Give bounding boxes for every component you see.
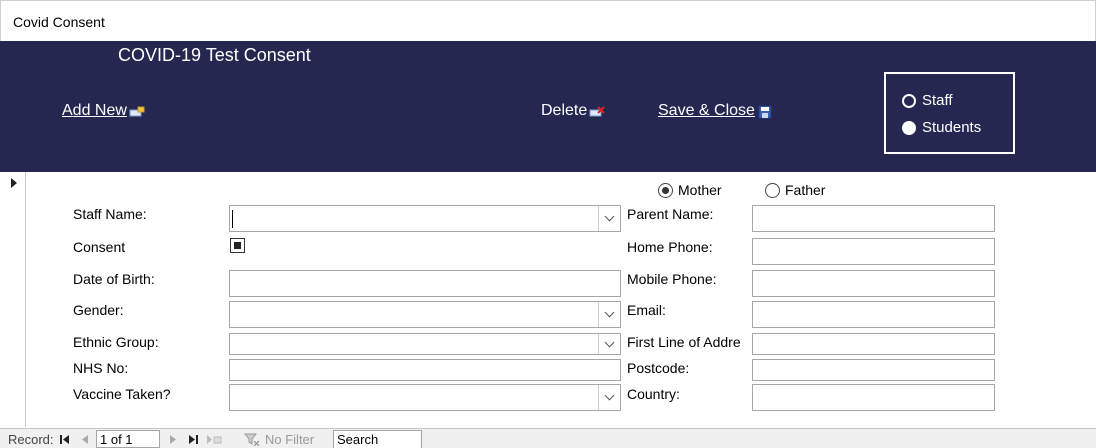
current-record-arrow-icon bbox=[11, 178, 17, 188]
mother-radio-label: Mother bbox=[678, 182, 722, 198]
next-record-icon[interactable] bbox=[168, 433, 178, 444]
record-number-input[interactable]: 1 of 1 bbox=[96, 430, 160, 448]
group-radio-box: Staff Students bbox=[884, 72, 1015, 154]
consent-checkbox[interactable] bbox=[230, 238, 245, 253]
father-radio[interactable]: Father bbox=[765, 182, 825, 198]
add-new-button[interactable]: Add New bbox=[62, 102, 145, 120]
record-navigation-bar: Record: 1 of 1 No Filter Search bbox=[0, 428, 1096, 448]
window-title: Covid Consent bbox=[13, 14, 105, 30]
parent-name-label: Parent Name: bbox=[627, 206, 714, 222]
vaccine-taken-combo[interactable] bbox=[229, 384, 621, 411]
record-label: Record: bbox=[8, 432, 54, 447]
delete-label: Delete bbox=[541, 102, 588, 119]
staff-name-dropdown-button[interactable] bbox=[598, 206, 620, 231]
country-field[interactable] bbox=[752, 384, 995, 411]
address-line1-label: First Line of Addre bbox=[627, 334, 741, 350]
vaccine-dropdown-button[interactable] bbox=[598, 385, 620, 410]
save-close-button[interactable]: Save & Close bbox=[658, 102, 773, 120]
first-record-icon[interactable] bbox=[60, 433, 70, 444]
students-radio-label: Students bbox=[922, 119, 982, 136]
text-cursor bbox=[232, 210, 233, 228]
ethnic-group-label: Ethnic Group: bbox=[73, 334, 159, 350]
add-new-label: Add New bbox=[62, 102, 127, 119]
students-radio-dot bbox=[902, 120, 916, 135]
record-selector[interactable] bbox=[0, 172, 26, 427]
new-record-icon[interactable] bbox=[206, 433, 222, 444]
father-radio-dot bbox=[765, 182, 780, 198]
delete-record-icon bbox=[589, 105, 605, 117]
filter-icon bbox=[243, 433, 260, 447]
save-icon bbox=[757, 105, 773, 119]
chevron-down-icon bbox=[604, 390, 615, 401]
gender-dropdown-button[interactable] bbox=[598, 302, 620, 327]
previous-record-icon[interactable] bbox=[80, 433, 90, 444]
mobile-phone-label: Mobile Phone: bbox=[627, 271, 717, 287]
dob-label: Date of Birth: bbox=[73, 271, 155, 287]
staff-name-label: Staff Name: bbox=[73, 206, 147, 222]
mother-radio[interactable]: Mother bbox=[658, 182, 722, 198]
postcode-field[interactable] bbox=[752, 359, 995, 381]
country-label: Country: bbox=[627, 386, 680, 402]
staff-radio-label: Staff bbox=[922, 92, 953, 109]
add-record-icon bbox=[129, 105, 145, 117]
home-phone-label: Home Phone: bbox=[627, 239, 713, 255]
form-header: COVID-19 Test Consent Add New Delete Sav… bbox=[0, 41, 1096, 172]
mother-radio-dot bbox=[658, 182, 673, 198]
parent-name-field[interactable] bbox=[752, 205, 995, 232]
last-record-icon[interactable] bbox=[188, 433, 198, 444]
gender-label: Gender: bbox=[73, 302, 124, 318]
delete-button[interactable]: Delete bbox=[541, 102, 605, 120]
mobile-phone-field[interactable] bbox=[752, 270, 995, 297]
nhs-no-field[interactable] bbox=[229, 359, 621, 381]
staff-radio[interactable]: Staff bbox=[902, 92, 953, 109]
home-phone-field[interactable] bbox=[752, 238, 995, 265]
vaccine-taken-label: Vaccine Taken? bbox=[73, 386, 171, 402]
gender-combo[interactable] bbox=[229, 301, 621, 328]
save-close-label: Save & Close bbox=[658, 102, 755, 119]
window-titlebar: Covid Consent bbox=[0, 0, 1096, 42]
ethnic-group-dropdown-button[interactable] bbox=[598, 334, 620, 354]
chevron-down-icon bbox=[604, 211, 615, 222]
no-filter-button[interactable]: No Filter bbox=[265, 432, 314, 447]
ethnic-group-combo[interactable] bbox=[229, 333, 621, 355]
address-line1-field[interactable] bbox=[752, 333, 995, 355]
email-label: Email: bbox=[627, 302, 666, 318]
chevron-down-icon bbox=[604, 337, 615, 347]
father-radio-label: Father bbox=[785, 182, 826, 198]
students-radio[interactable]: Students bbox=[902, 119, 981, 136]
staff-name-combo[interactable] bbox=[229, 205, 621, 232]
nhs-no-label: NHS No: bbox=[73, 360, 129, 376]
form-title: COVID-19 Test Consent bbox=[118, 45, 311, 65]
postcode-label: Postcode: bbox=[627, 360, 690, 376]
chevron-down-icon bbox=[604, 307, 615, 318]
search-input[interactable]: Search bbox=[333, 430, 422, 448]
consent-label: Consent bbox=[73, 239, 126, 255]
staff-radio-dot bbox=[902, 93, 916, 108]
email-field[interactable] bbox=[752, 301, 995, 328]
dob-field[interactable] bbox=[229, 270, 621, 297]
